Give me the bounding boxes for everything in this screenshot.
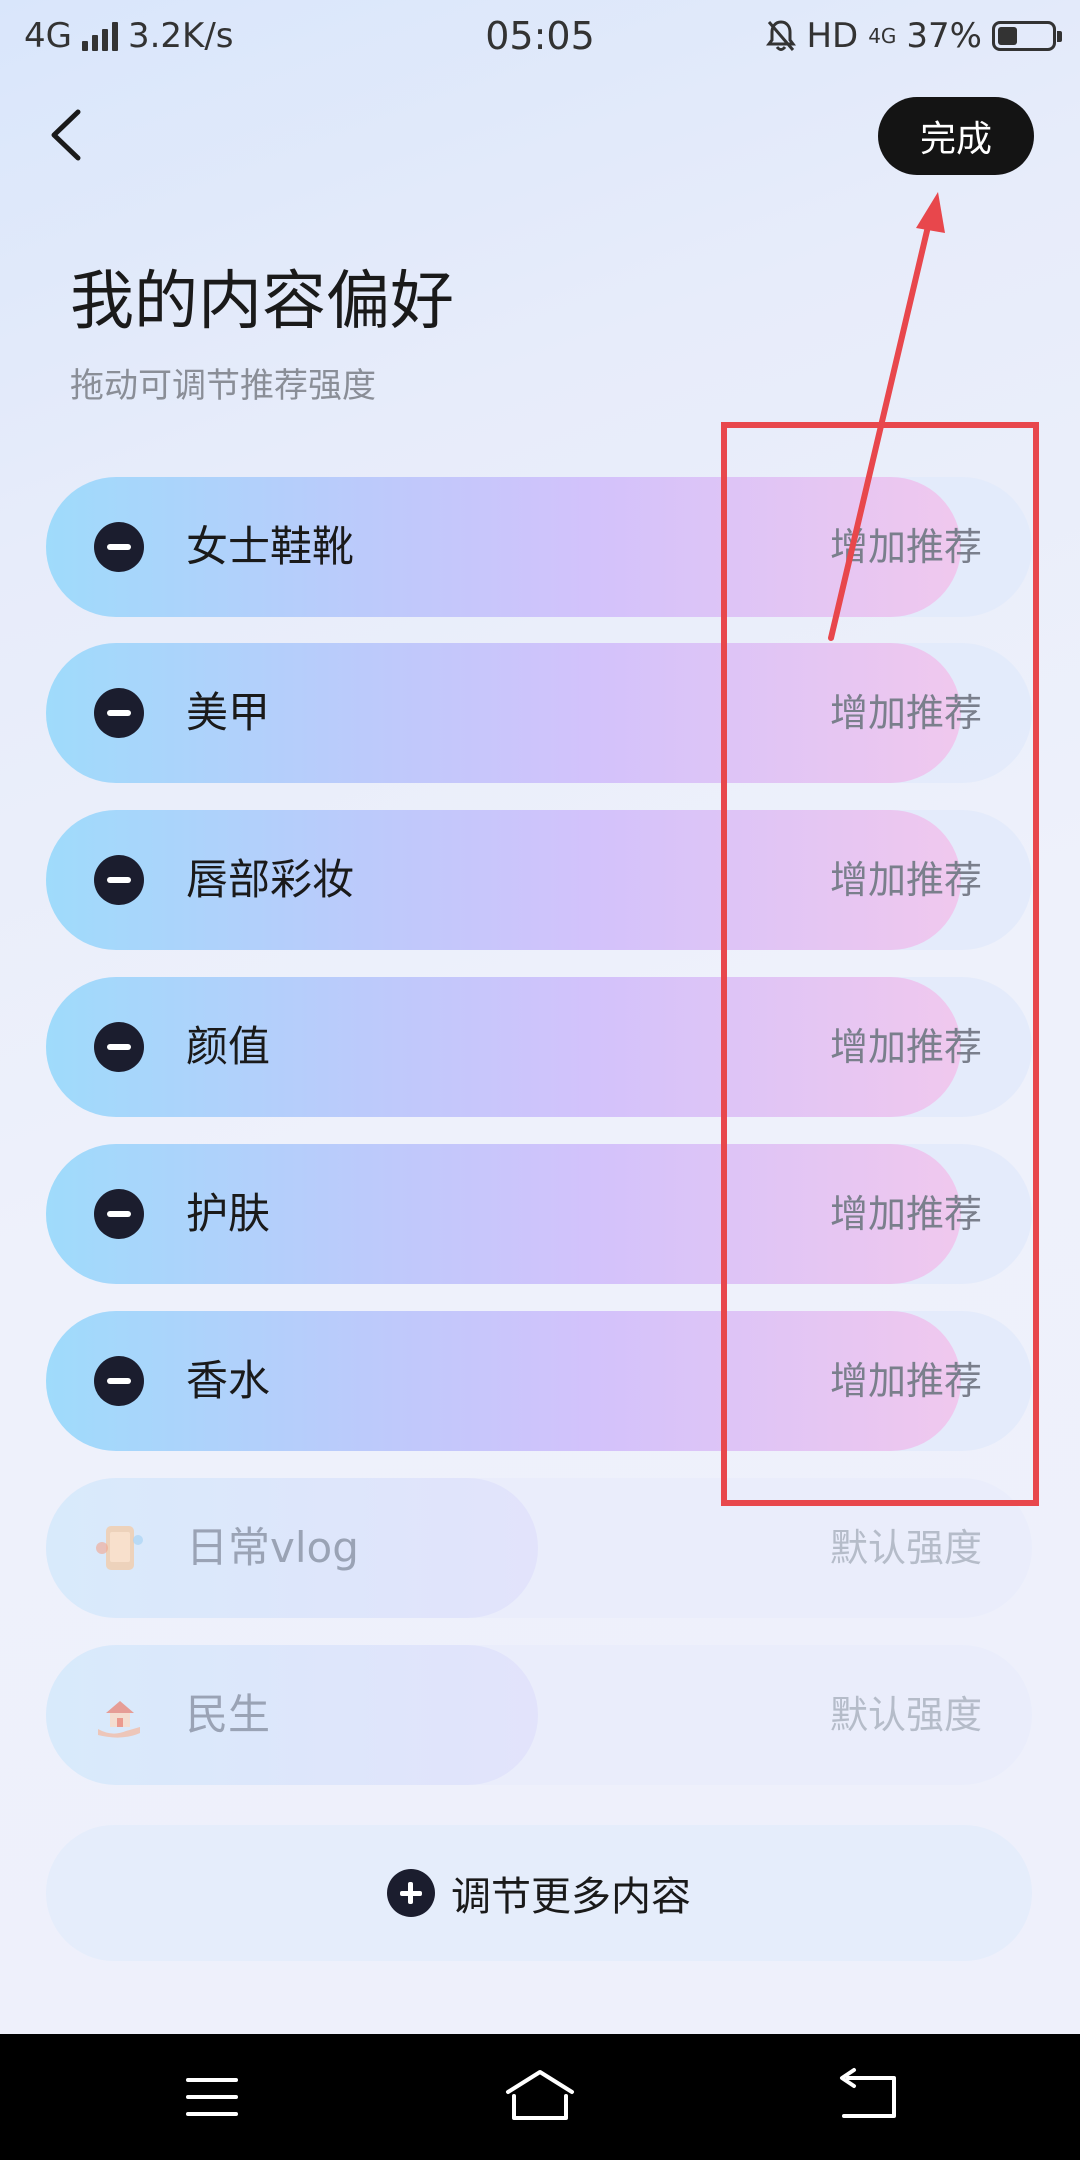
battery-percent: 37% <box>906 16 982 56</box>
strength-slider-fill[interactable] <box>46 1144 961 1284</box>
adjust-more-content-label: 调节更多内容 <box>451 1874 691 1920</box>
menu-icon[interactable] <box>162 2062 262 2132</box>
remove-icon[interactable] <box>94 1022 144 1072</box>
network-small: 4G <box>868 24 897 48</box>
page-subtitle: 拖动可调节推荐强度 <box>70 366 376 406</box>
done-button[interactable]: 完成 <box>878 97 1034 175</box>
increase-recommend-label: 增加推荐 <box>829 525 982 569</box>
remove-icon[interactable] <box>94 1189 144 1239</box>
preference-label: 唇部彩妆 <box>186 855 355 904</box>
navigation-bar <box>0 2034 1080 2160</box>
preference-row-skincare[interactable]: 护肤 增加推荐 <box>46 1144 1032 1284</box>
strength-slider-fill[interactable] <box>46 977 961 1117</box>
status-bar: 4G 3.2K/s 05:05 HD 4G 37% <box>0 0 1080 72</box>
back-icon[interactable] <box>818 2062 918 2132</box>
hd-indicator: HD <box>806 16 859 56</box>
strength-slider-fill[interactable] <box>46 810 961 950</box>
preference-row-daily-vlog[interactable]: 日常vlog 默认强度 <box>46 1478 1032 1618</box>
preference-label: 美甲 <box>186 688 271 737</box>
increase-recommend-label: 增加推荐 <box>829 1359 982 1403</box>
notifications-off-icon <box>766 20 797 51</box>
preference-row-looks[interactable]: 颜值 增加推荐 <box>46 977 1032 1117</box>
plus-circle-icon <box>387 1869 435 1917</box>
adjust-more-content-button[interactable]: 调节更多内容 <box>46 1825 1032 1961</box>
default-strength-label: 默认强度 <box>829 1693 982 1737</box>
preference-row-livelihood[interactable]: 民生 默认强度 <box>46 1645 1032 1785</box>
strength-slider-fill[interactable] <box>46 1311 961 1451</box>
preference-row-nail-art[interactable]: 美甲 增加推荐 <box>46 643 1032 783</box>
battery-icon <box>992 21 1062 51</box>
strength-slider-fill[interactable] <box>46 643 961 783</box>
preference-row-womens-shoes[interactable]: 女士鞋靴 增加推荐 <box>46 477 1032 617</box>
increase-recommend-label: 增加推荐 <box>829 1025 982 1069</box>
preference-label: 颜值 <box>186 1022 271 1071</box>
livelihood-icon <box>98 1701 140 1738</box>
increase-recommend-label: 增加推荐 <box>829 858 982 902</box>
preference-label: 护肤 <box>186 1189 271 1238</box>
remove-icon[interactable] <box>94 855 144 905</box>
preference-label: 香水 <box>186 1356 271 1405</box>
preference-label: 日常vlog <box>186 1523 359 1572</box>
remove-icon[interactable] <box>94 688 144 738</box>
remove-icon[interactable] <box>94 1356 144 1406</box>
strength-slider-fill[interactable] <box>46 477 961 617</box>
annotation-arrow-head <box>916 192 945 233</box>
increase-recommend-label: 增加推荐 <box>829 1192 982 1236</box>
chevron-left-icon <box>51 109 81 161</box>
preference-label: 女士鞋靴 <box>186 522 355 571</box>
back-button[interactable] <box>40 100 100 170</box>
remove-icon[interactable] <box>94 522 144 572</box>
page-title: 我的内容偏好 <box>70 265 454 339</box>
preference-row-perfume[interactable]: 香水 增加推荐 <box>46 1311 1032 1451</box>
increase-recommend-label: 增加推荐 <box>829 691 982 735</box>
home-icon[interactable] <box>490 2062 590 2132</box>
status-right: HD 4G 37% <box>766 16 1062 56</box>
preference-row-lip-makeup[interactable]: 唇部彩妆 增加推荐 <box>46 810 1032 950</box>
preference-label: 民生 <box>186 1690 271 1739</box>
daily-vlog-icon <box>96 1526 143 1570</box>
default-strength-label: 默认强度 <box>829 1526 982 1570</box>
